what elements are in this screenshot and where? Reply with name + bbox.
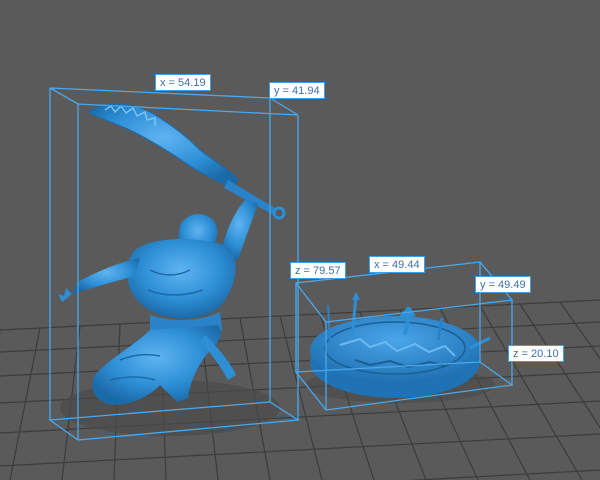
base-x-dimension-label: x = 49.44 <box>369 256 425 273</box>
scene-canvas[interactable] <box>0 0 600 480</box>
warrior-figure-model[interactable] <box>58 103 286 406</box>
base-z-dimension-label: z = 79.57 <box>290 262 346 279</box>
3d-viewport[interactable]: x = 54.19 y = 41.94 z = 79.57 x = 49.44 … <box>0 0 600 480</box>
figure-torso <box>127 238 236 319</box>
base-model[interactable] <box>310 292 491 398</box>
sword-blade <box>87 103 239 189</box>
base-height-dimension-label: z = 20.10 <box>508 345 564 362</box>
figure-y-dimension-label: y = 41.94 <box>269 82 325 99</box>
figure-x-dimension-label: x = 54.19 <box>155 74 211 91</box>
base-y-dimension-label: y = 49.49 <box>475 276 531 293</box>
